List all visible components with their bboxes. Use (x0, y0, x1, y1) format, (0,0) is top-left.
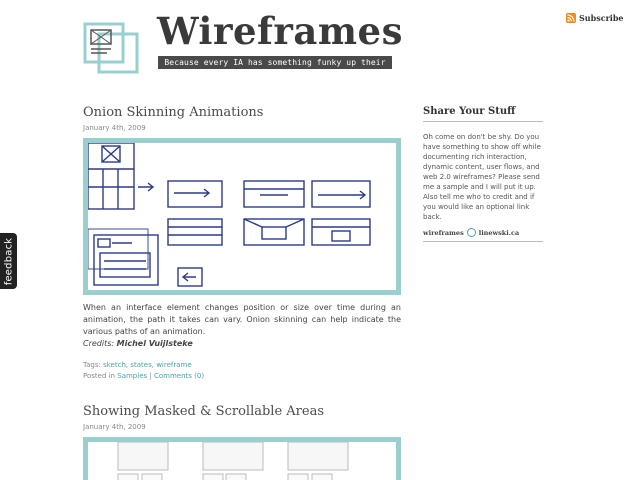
tag-link-states[interactable]: states (130, 361, 151, 369)
post-credits: Credits: Michel Vuijlsteke (83, 338, 401, 350)
credits-name: Michel Vuijlsteke (116, 339, 193, 348)
post-meta: Tags: sketch, states, wireframe Posted i… (83, 361, 205, 380)
post-sketch-image (83, 138, 401, 295)
tag-link-sketch[interactable]: sketch (103, 361, 126, 369)
post-body: When an interface element changes positi… (83, 303, 401, 336)
comments-link[interactable]: Comments (0) (154, 372, 204, 380)
category-link[interactable]: Samples (117, 372, 147, 380)
posted-in-label: Posted in (83, 372, 116, 380)
at-icon (466, 228, 476, 237)
post-masked-scrollable: Showing Masked & Scrollable Areas Januar… (83, 404, 401, 480)
sidebar-text: Oh come on don't be shy. Do you have som… (423, 133, 541, 221)
subscribe-label: Subscribe (579, 13, 624, 23)
credits-label: Credits: (83, 339, 115, 348)
sidebar-divider (423, 121, 543, 122)
sidebar-title: Share Your Stuff (423, 106, 516, 117)
tags-label: Tags: (83, 361, 101, 369)
post-title[interactable]: Showing Masked & Scrollable Areas (83, 404, 401, 419)
meta-separator: | (149, 372, 152, 380)
feedback-tab[interactable]: feedback (0, 233, 17, 289)
credit-right: linewski.ca (478, 228, 520, 237)
credit-left: wireframes (423, 228, 464, 237)
tag-link-wireframe[interactable]: wireframe (156, 361, 191, 369)
post-title[interactable]: Onion Skinning Animations (83, 105, 401, 120)
post-date: January 4th, 2009 (83, 423, 146, 431)
post-date: January 4th, 2009 (83, 124, 146, 132)
sidebar: Share Your Stuff Oh come on don't be shy… (423, 106, 543, 242)
post-onion-skinning: Onion Skinning Animations January 4th, 2… (83, 105, 401, 382)
sidebar-divider-bottom (423, 241, 543, 242)
site-logo-icon[interactable] (83, 16, 141, 74)
site-title[interactable]: Wireframes (157, 9, 403, 53)
sidebar-credit[interactable]: wireframes linewski.ca (423, 228, 543, 237)
subscribe-link[interactable]: Subscribe (566, 13, 624, 23)
post-image-2 (83, 437, 401, 480)
rss-icon (566, 13, 576, 23)
feedback-label: feedback (3, 237, 15, 285)
site-tagline: Because every IA has something funky up … (158, 56, 392, 80)
